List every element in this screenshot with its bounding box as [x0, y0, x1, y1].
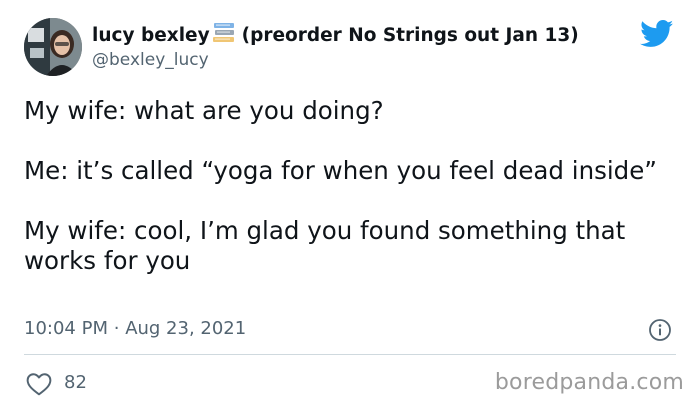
watermark: boredpanda.com: [494, 370, 684, 395]
avatar[interactable]: [24, 18, 82, 76]
tweet-paragraph: My wife: cool, I’m glad you found someth…: [24, 216, 626, 275]
author-handle[interactable]: @bexley_lucy: [92, 50, 209, 70]
heart-icon[interactable]: [26, 372, 52, 400]
author-display-name[interactable]: lucy bexley: [92, 25, 210, 46]
tweet-time[interactable]: 10:04 PM: [24, 318, 108, 339]
tweet-date[interactable]: Aug 23, 2021: [125, 318, 246, 339]
author-name-suffix[interactable]: (preorder No Strings out Jan 13): [242, 25, 579, 46]
books-icon: [212, 22, 236, 49]
tweet-card: lucy bexley (preorder No Strings out Jan…: [0, 0, 700, 410]
like-count: 82: [64, 372, 87, 393]
info-icon[interactable]: [648, 318, 672, 346]
avatar-image: [24, 18, 82, 76]
twitter-bird-icon[interactable]: [640, 20, 674, 52]
tweet-timestamp[interactable]: 10:04 PM · Aug 23, 2021: [24, 318, 246, 339]
divider: [24, 354, 676, 355]
author-name-row[interactable]: lucy bexley (preorder No Strings out Jan…: [92, 22, 579, 49]
tweet-paragraph: My wife: what are you doing?: [24, 96, 384, 125]
timestamp-separator: ·: [113, 318, 120, 339]
tweet-text: My wife: what are you doing? Me: it’s ca…: [24, 96, 674, 276]
tweet-paragraph: Me: it’s called “yoga for when you feel …: [24, 156, 657, 185]
